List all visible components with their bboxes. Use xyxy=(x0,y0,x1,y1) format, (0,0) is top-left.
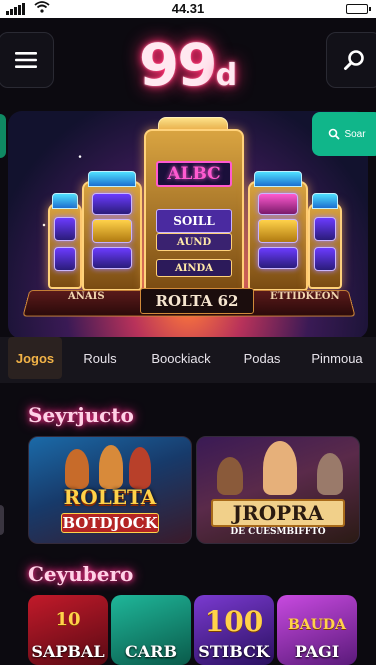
search-button[interactable] xyxy=(326,32,376,88)
slot-machine-far-right xyxy=(308,193,342,289)
app-header: 99d xyxy=(0,18,376,110)
tab-pinmoua[interactable]: Pinmoua xyxy=(302,337,372,379)
platform-center-text: ROLTA 62 xyxy=(140,288,254,314)
brand-logo[interactable]: 99d xyxy=(0,34,376,107)
game-card-jropra[interactable]: JROPRA DE CUESMBIFFTO xyxy=(196,436,360,544)
reel-label-4: AINDA xyxy=(156,259,232,277)
card-label: PAGI xyxy=(294,642,340,661)
card-top-label: 10 xyxy=(55,609,81,630)
game-card-sapbal[interactable]: 10 SAPBAL xyxy=(28,595,108,665)
slot-machine-left xyxy=(82,171,142,291)
section-title-2: Ceyubero xyxy=(28,562,134,586)
category-tabs: Jogos Rouls Boockiack Podas Pinmoua xyxy=(0,337,376,383)
tab-boockiack[interactable]: Boockiack xyxy=(142,337,220,379)
reel-top-label: ALBC xyxy=(156,161,232,187)
hero-action-pill[interactable]: Soar xyxy=(312,112,376,156)
game-card-pagi[interactable]: BAUDA PAGI xyxy=(277,595,357,665)
slot-machine-far-left xyxy=(48,193,82,289)
card-title-line2: BOTDJOCK xyxy=(61,513,159,533)
reel-label-2: SOILL xyxy=(156,209,232,233)
character-figure-3 xyxy=(129,447,151,489)
left-edge-peek xyxy=(0,505,4,535)
slot-machine-right xyxy=(248,171,308,291)
search-icon xyxy=(329,128,341,140)
tab-jogos[interactable]: Jogos xyxy=(8,337,62,379)
tab-podas[interactable]: Podas xyxy=(234,337,290,379)
carousel-prev-peek[interactable] xyxy=(0,114,6,158)
card-label: STIBCK xyxy=(198,642,270,661)
card-top-label: 100 xyxy=(204,605,264,638)
hero-pill-label: Soar xyxy=(344,128,366,140)
card-label: CARB xyxy=(125,642,177,661)
platform-left-text: ANAIS xyxy=(68,291,105,302)
game-card-carb[interactable]: CARB xyxy=(111,595,191,665)
character-figure-4 xyxy=(217,457,243,495)
card-top-label: BAUDA xyxy=(288,617,346,633)
status-bar: 44.31 xyxy=(0,0,376,18)
logo-main: 99 xyxy=(138,31,218,99)
card-title-line2: DE CUESMBIFFTO xyxy=(230,527,326,537)
card-label: SAPBAL xyxy=(31,642,105,661)
game-card-roleta[interactable]: ROLETA BOTDJOCK xyxy=(28,436,192,544)
search-icon xyxy=(344,50,364,70)
game-card-stibck[interactable]: 100 STIBCK xyxy=(194,595,274,665)
logo-suffix: d xyxy=(215,58,238,93)
platform-right-text: ETTIDKEON xyxy=(270,291,340,302)
card-title-line1: JROPRA xyxy=(211,499,345,527)
reel-label-3: AUND xyxy=(156,233,232,251)
character-figure-5 xyxy=(263,441,297,495)
card-title-line1: ROLETA xyxy=(63,485,157,509)
slot-machine-center: ALBC SOILL AUND AINDA xyxy=(144,129,244,293)
character-figure-6 xyxy=(317,453,343,495)
tab-rouls[interactable]: Rouls xyxy=(72,337,128,379)
character-figure-1 xyxy=(65,449,89,489)
battery-icon xyxy=(346,4,371,14)
section-title-1: Seyrjucto xyxy=(28,403,134,427)
character-figure-2 xyxy=(99,445,123,489)
status-time: 44.31 xyxy=(171,1,205,16)
